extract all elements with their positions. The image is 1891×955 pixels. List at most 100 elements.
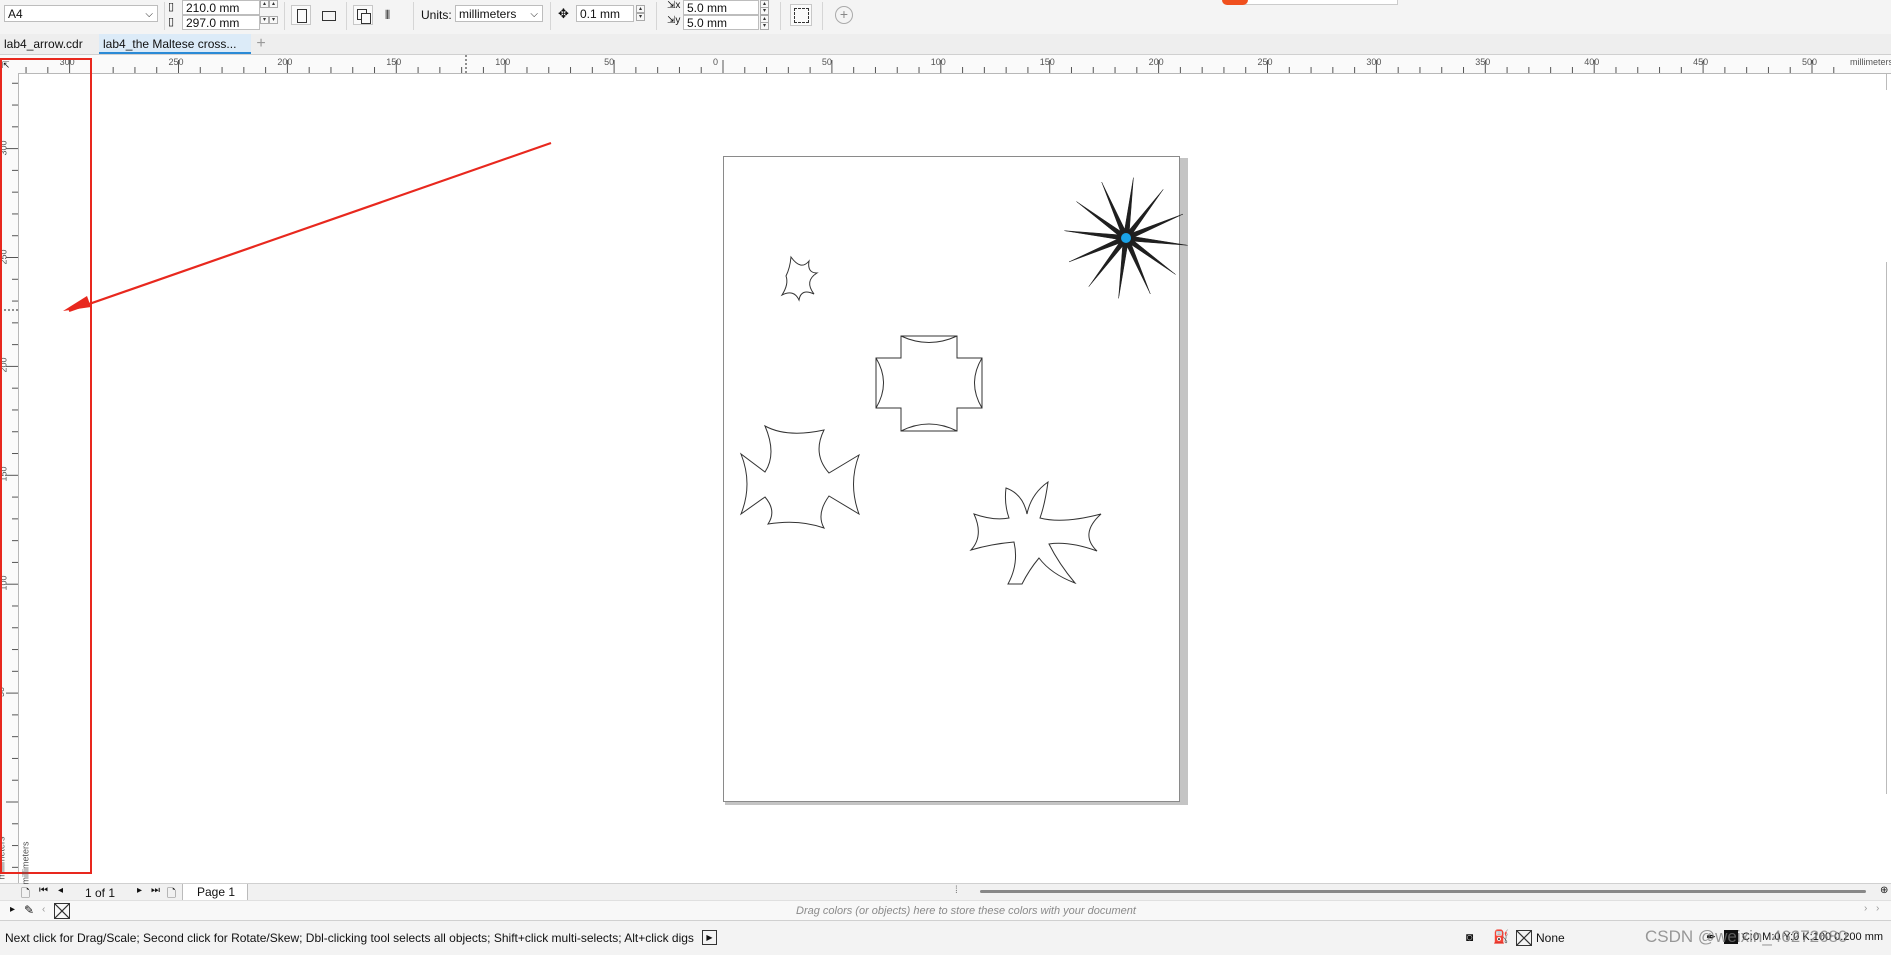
units-select[interactable]: millimeters ⌵ — [455, 5, 543, 22]
ruler-label: 250 — [1257, 57, 1273, 67]
dup-x-spin-down[interactable]: ▾ — [760, 7, 769, 15]
page-size-select[interactable]: A4 ⌵ — [4, 5, 158, 22]
tab-lab4-arrow[interactable]: lab4_arrow.cdr — [0, 34, 98, 54]
page-height-icon: ▯ — [168, 16, 175, 28]
ruler-label: 300 — [0, 140, 9, 156]
ruler-label: 100 — [495, 57, 511, 67]
nudge-icon: ✥ — [558, 6, 569, 21]
star-center-highlight — [1121, 233, 1131, 243]
ruler-label: 50 — [821, 57, 832, 67]
square-cross-shape[interactable] — [875, 335, 983, 432]
horizontal-ruler[interactable]: 300 250 200 150 100 50 0 50 100 150 200 250 300 350 40… — [0, 55, 1891, 74]
page-tab[interactable]: Page 1 — [182, 884, 249, 901]
next-page-icon[interactable]: ▸ — [137, 885, 142, 896]
add-icon[interactable]: + — [835, 6, 853, 24]
page-frame-button[interactable] — [790, 4, 812, 26]
vertical-ruler-unit: millimeters — [0, 836, 7, 880]
overlay-button-fragment[interactable] — [1240, 0, 1398, 5]
status-message: Next click for Drag/Scale; Second click … — [5, 931, 694, 945]
pages-icon-back — [361, 13, 371, 24]
width-spin-up[interactable]: ▴ — [260, 0, 269, 8]
all-pages-button[interactable] — [353, 5, 373, 25]
dup-y-spin-down[interactable]: ▾ — [760, 22, 769, 30]
scroll-mark-top — [1886, 74, 1887, 90]
status-bar: Next click for Drag/Scale; Second click … — [0, 920, 1891, 955]
page-width-icon: ▯ — [168, 1, 175, 13]
first-page-icon[interactable]: ⏮ — [39, 885, 48, 896]
page-width-field[interactable]: 210.0 mm — [182, 0, 260, 15]
portrait-icon — [297, 9, 307, 23]
duplicate-y-value: 5.0 mm — [687, 16, 728, 30]
property-bar: A4 ⌵ ▯ 210.0 mm ▴ ▴ ▯ 297.0 mm ▾ ▾ ⫴ Uni… — [0, 0, 1891, 35]
splitter-dots[interactable]: ⁞ — [955, 885, 958, 896]
proof-icon[interactable]: ◙ — [1466, 930, 1473, 944]
small-concave-star-shape[interactable] — [780, 255, 819, 302]
ruler-label: 400 — [1584, 57, 1600, 67]
duplicate-y-field[interactable]: 5.0 mm — [683, 15, 759, 30]
no-color-swatch[interactable] — [54, 903, 70, 919]
nudge-spin-down[interactable]: ▾ — [636, 13, 645, 21]
drawing-canvas[interactable] — [19, 74, 1891, 884]
vertical-ruler[interactable]: 300 250 200 150 100 50 0 millimeters — [0, 73, 19, 884]
nudge-spin-up[interactable]: ▴ — [636, 5, 645, 13]
vertical-ruler-unit-tail: millimeters — [20, 841, 31, 885]
zoom-icon[interactable]: ⊕ — [1880, 885, 1888, 896]
palette-scroll-right-icon[interactable]: › — [1876, 903, 1879, 914]
fill-none-swatch[interactable] — [1516, 930, 1532, 946]
csdn-watermark: CSDN @weixin_46272680 — [1645, 927, 1848, 946]
prev-page-icon[interactable]: ◂ — [58, 885, 63, 896]
ruler-label: 200 — [1148, 57, 1164, 67]
ruler-label: 500 — [1802, 57, 1818, 67]
width-spin-lock[interactable]: ▴ — [269, 0, 278, 8]
page-height-value: 297.0 mm — [186, 16, 240, 30]
maltese-cross-shape[interactable] — [739, 424, 860, 529]
bars-icon: ⫴ — [385, 8, 391, 22]
page-navigator: millimeters 🗋 ⏮ ◂ 1 of 1 ▸ ⏭ 🗋 Page 1 ⁞ … — [0, 841, 1891, 901]
chevron-down-icon: ⌵ — [145, 9, 153, 20]
ruler-label: 250 — [168, 57, 184, 67]
ruler-label: 100 — [0, 575, 9, 591]
dup-y-icon: ⇲y — [667, 15, 681, 26]
portrait-button[interactable] — [291, 5, 311, 25]
fill-bucket-icon[interactable]: ⛽ — [1493, 929, 1509, 945]
units-label: Units: — [421, 8, 452, 22]
ruler-label: 100 — [930, 57, 946, 67]
ruler-origin-icon[interactable]: ⇱ — [2, 59, 14, 71]
tab-lab4-maltese[interactable]: lab4_the Maltese cross... — [99, 34, 251, 54]
play-icon[interactable]: ▶ — [702, 930, 717, 945]
ruler-label: 150 — [386, 57, 402, 67]
units-value: millimeters — [459, 7, 517, 21]
ruler-label: 300 — [1366, 57, 1382, 67]
ruler-label: 200 — [277, 57, 293, 67]
duplicate-x-value: 5.0 mm — [687, 1, 728, 15]
eyedropper-icon[interactable]: ✎ — [24, 903, 34, 917]
ruler-label: 350 — [1475, 57, 1491, 67]
annotation-arrow-head — [63, 296, 91, 311]
page-height-field[interactable]: 297.0 mm — [182, 15, 260, 30]
new-tab-icon[interactable]: + — [253, 36, 269, 52]
height-spin-alt[interactable]: ▾ — [269, 16, 278, 24]
ruler-label: 150 — [0, 466, 9, 482]
current-page-button[interactable]: ⫴ — [381, 5, 401, 25]
document-palette[interactable]: ▸ ✎ ‹ Drag colors (or objects) here to s… — [0, 900, 1891, 921]
landscape-button[interactable] — [318, 5, 338, 25]
fill-value: None — [1536, 931, 1565, 945]
dup-x-icon: ⇲x — [667, 0, 681, 11]
scroll-mark-right — [1886, 262, 1887, 794]
pinwheel-cross-shape[interactable] — [969, 480, 1102, 585]
palette-hint: Drag colors (or objects) here to store t… — [796, 905, 1136, 917]
canvas-shapes — [63, 141, 1188, 585]
ruler-label: 450 — [1693, 57, 1709, 67]
ruler-label: 0 — [713, 57, 719, 67]
height-spin-down[interactable]: ▾ — [260, 16, 269, 24]
palette-right-icon[interactable]: › — [1864, 903, 1867, 914]
horizontal-ruler-unit: millimeters — [1850, 57, 1891, 67]
last-page-icon[interactable]: ⏭ — [151, 885, 160, 896]
annotation-arrow-line — [68, 141, 552, 313]
page-width-value: 210.0 mm — [186, 1, 240, 15]
duplicate-x-field[interactable]: 5.0 mm — [683, 0, 759, 15]
palette-arrow-icon[interactable]: ▸ — [10, 904, 15, 915]
horizontal-scrollbar[interactable] — [980, 890, 1866, 893]
palette-left-icon[interactable]: ‹ — [42, 904, 45, 915]
nudge-field[interactable]: 0.1 mm — [576, 5, 634, 22]
